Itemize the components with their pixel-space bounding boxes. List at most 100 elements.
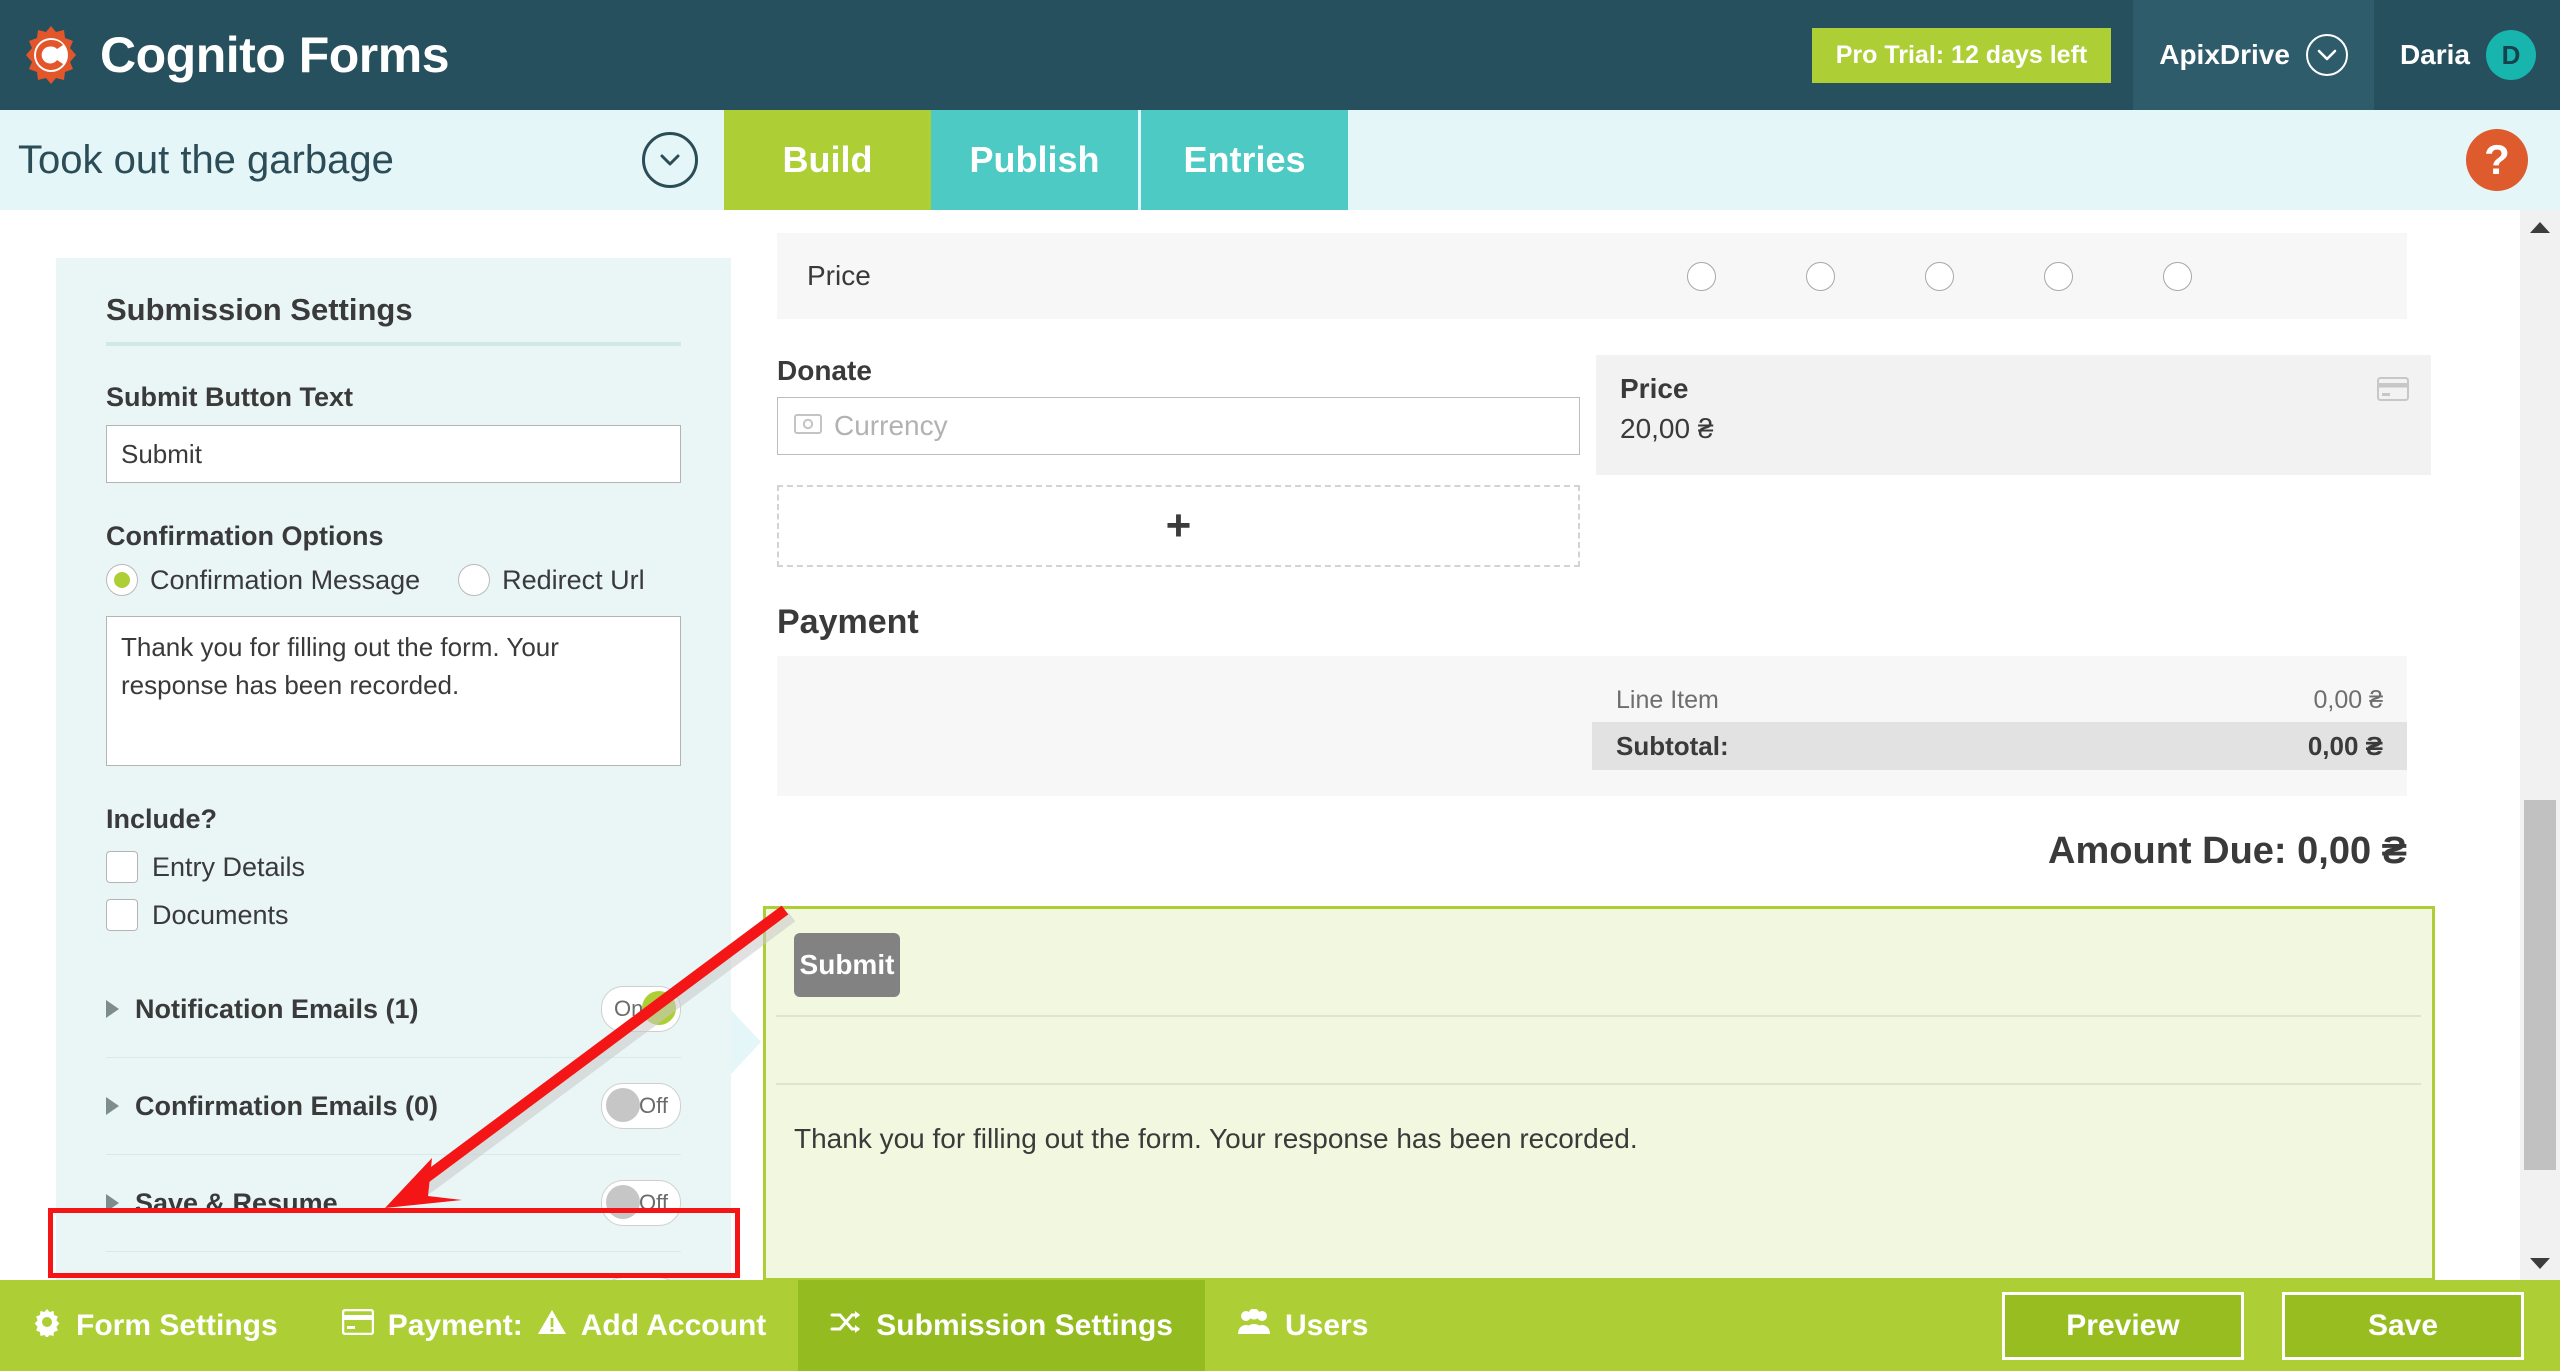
accordion-title: Save & Resume bbox=[135, 1187, 338, 1218]
accordion-row-save-resume[interactable]: Save & Resume Off bbox=[106, 1154, 681, 1251]
brand-logo[interactable]: Cognito Forms bbox=[0, 0, 450, 110]
amount-due-total: Amount Due: 0,00 ₴ bbox=[2048, 830, 2407, 872]
toolbar-label: Payment: bbox=[387, 1308, 523, 1342]
caret-down-icon[interactable] bbox=[2520, 1246, 2560, 1280]
preview-button[interactable]: Preview bbox=[2002, 1291, 2244, 1360]
radio-option[interactable] bbox=[1925, 261, 1954, 291]
radio-option[interactable] bbox=[1806, 261, 1835, 291]
form-title-zone: Took out the garbage bbox=[0, 110, 724, 210]
caret-up-icon[interactable] bbox=[2520, 210, 2560, 244]
brand-name: Cognito Forms bbox=[100, 27, 450, 83]
donate-placeholder: Currency bbox=[834, 410, 948, 441]
price-rating-row: Price bbox=[777, 233, 2407, 319]
add-field-button[interactable]: + bbox=[777, 485, 1580, 567]
toolbar-label: Submission Settings bbox=[876, 1308, 1173, 1342]
radio-confirmation-message[interactable]: Confirmation Message bbox=[106, 564, 420, 596]
line-item-label: Line Item bbox=[1616, 685, 1719, 714]
submit-button-text-input[interactable] bbox=[106, 425, 681, 483]
radio-unselected-icon bbox=[458, 564, 491, 596]
confirmation-message-textarea[interactable]: Thank you for filling out the form. Your… bbox=[106, 616, 681, 766]
toolbar-submission-settings[interactable]: Submission Settings bbox=[798, 1280, 1205, 1371]
toolbar-warning-label: Add Account bbox=[580, 1308, 767, 1342]
line-item-value: 0,00 ₴ bbox=[2313, 685, 2383, 714]
price-card-value: 20,00 ₴ bbox=[1620, 413, 1714, 444]
table-row: Line Item 0,00 ₴ bbox=[1592, 678, 2407, 722]
confirmation-options-radios: Confirmation Message Redirect Url bbox=[106, 564, 681, 596]
caret-right-icon bbox=[106, 1097, 119, 1115]
gear-c-logo-icon bbox=[20, 24, 82, 86]
page-title: Took out the garbage bbox=[18, 137, 394, 182]
price-card-title: Price bbox=[1620, 373, 1689, 404]
accordion-title: Confirmation Emails (0) bbox=[135, 1090, 439, 1121]
checkbox-unchecked-icon bbox=[106, 851, 138, 883]
price-card[interactable]: Price 20,00 ₴ bbox=[1596, 355, 2431, 475]
divider bbox=[776, 1015, 2421, 1021]
gear-icon bbox=[32, 1307, 62, 1345]
tab-publish[interactable]: Publish bbox=[931, 110, 1138, 210]
toggle-notification-emails[interactable]: On bbox=[601, 986, 681, 1032]
plus-icon: + bbox=[1165, 501, 1192, 550]
radio-redirect-url[interactable]: Redirect Url bbox=[458, 564, 645, 596]
chevron-down-circle-icon[interactable] bbox=[642, 132, 698, 188]
warning-triangle-icon bbox=[537, 1309, 567, 1343]
subbar-right: ? bbox=[1348, 110, 2560, 210]
app-root: Cognito Forms Pro Trial: 12 days left Ap… bbox=[0, 0, 2560, 1371]
subtotal-value: 0,00 ₴ bbox=[2307, 730, 2383, 761]
radio-selected-icon bbox=[106, 564, 138, 596]
toggle-state-label: Off bbox=[639, 1093, 668, 1118]
trial-badge-wrap: Pro Trial: 12 days left bbox=[1811, 0, 2134, 110]
checkbox-label: Entry Details bbox=[152, 851, 306, 882]
toggle-save-resume[interactable]: Off bbox=[601, 1180, 681, 1226]
panel-heading: Submission Settings bbox=[106, 292, 681, 346]
toolbar-users[interactable]: Users bbox=[1205, 1280, 1400, 1371]
toolbar-actions: Preview Save bbox=[2002, 1280, 2560, 1371]
question-mark-help-icon[interactable]: ? bbox=[2466, 129, 2528, 191]
toggle-confirmation-emails[interactable]: Off bbox=[601, 1083, 681, 1129]
caret-right-icon bbox=[106, 1000, 119, 1018]
accordion-row-notification-emails[interactable]: Notification Emails (1) On bbox=[106, 961, 681, 1057]
radio-option[interactable] bbox=[2163, 261, 2192, 291]
radio-label: Redirect Url bbox=[502, 564, 645, 595]
preview-submit-button[interactable]: Submit bbox=[794, 933, 900, 997]
bottom-toolbar: Form Settings Payment: Add Account Submi… bbox=[0, 1280, 2560, 1371]
payment-heading: Payment bbox=[777, 603, 919, 641]
payment-summary-box: Line Item 0,00 ₴ Subtotal: 0,00 ₴ bbox=[777, 656, 2407, 796]
user-menu[interactable]: Daria D bbox=[2373, 0, 2560, 110]
table-row-subtotal: Subtotal: 0,00 ₴ bbox=[1592, 722, 2407, 770]
radio-option[interactable] bbox=[2044, 261, 2073, 291]
toggle-state-label: On bbox=[614, 996, 644, 1021]
accordion-row-confirmation-emails[interactable]: Confirmation Emails (0) Off bbox=[106, 1057, 681, 1154]
radio-label: Confirmation Message bbox=[150, 564, 421, 595]
price-rating-radios bbox=[1687, 261, 2192, 291]
org-name: ApixDrive bbox=[2159, 39, 2290, 70]
shuffle-icon bbox=[830, 1309, 862, 1343]
tab-build[interactable]: Build bbox=[724, 110, 931, 210]
checkbox-documents[interactable]: Documents bbox=[106, 899, 681, 931]
caret-right-icon bbox=[106, 1194, 119, 1212]
divider bbox=[776, 1083, 2421, 1089]
chevron-down-icon bbox=[2305, 34, 2348, 76]
price-card-column: Price 20,00 ₴ bbox=[1596, 355, 2431, 567]
form-tabs: Build Publish Entries bbox=[724, 110, 1348, 210]
pro-trial-badge[interactable]: Pro Trial: 12 days left bbox=[1811, 27, 2112, 83]
radio-option[interactable] bbox=[1687, 261, 1716, 291]
tab-entries[interactable]: Entries bbox=[1138, 110, 1348, 210]
toolbar-form-settings[interactable]: Form Settings bbox=[0, 1280, 310, 1371]
save-button[interactable]: Save bbox=[2282, 1291, 2524, 1360]
avatar: D bbox=[2486, 30, 2536, 80]
toolbar-payment[interactable]: Payment: Add Account bbox=[310, 1280, 799, 1371]
checkbox-entry-details[interactable]: Entry Details bbox=[106, 851, 681, 883]
toggle-knob bbox=[642, 991, 676, 1025]
vertical-scrollbar[interactable] bbox=[2520, 210, 2560, 1280]
toggle-state-label: Off bbox=[639, 1190, 668, 1215]
org-switcher[interactable]: ApixDrive bbox=[2133, 0, 2374, 110]
donate-column: Donate Currency + bbox=[777, 355, 1580, 567]
donate-currency-input[interactable]: Currency bbox=[777, 397, 1580, 455]
checkbox-label: Documents bbox=[152, 899, 289, 930]
submission-settings-panel: Submission Settings Submit Button Text C… bbox=[56, 258, 731, 1323]
accordion-title: Notification Emails (1) bbox=[135, 993, 419, 1024]
confirmation-preview-message: Thank you for filling out the form. Your… bbox=[794, 1123, 1638, 1154]
scrollbar-thumb[interactable] bbox=[2524, 800, 2556, 1170]
